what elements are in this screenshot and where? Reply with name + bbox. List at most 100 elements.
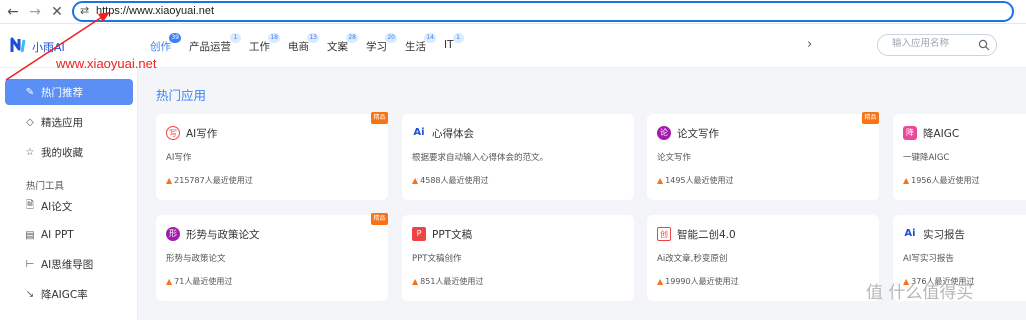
card-description: PPT文稿创作 — [412, 254, 462, 264]
fire-icon: ▲ — [657, 176, 664, 185]
sidebar-item-mindmap[interactable]: ⊢ AI思维导图 — [5, 251, 133, 277]
card-usage: ▲ 215787人最近使用过 — [166, 175, 253, 186]
usage-count: 4588人最近使用过 — [420, 176, 489, 185]
card-description: 一键降AIGC — [903, 153, 950, 163]
card-title: AI写作 — [186, 128, 218, 140]
sidebar-item-hot[interactable]: ✎ 热门推荐 — [5, 79, 133, 105]
ppt-icon: ▤ — [25, 229, 35, 241]
mindmap-icon: ⊢ — [25, 258, 35, 270]
card-description: AI写作 — [166, 153, 192, 163]
tab-label: 工作 — [249, 41, 270, 53]
tab-copywriting[interactable]: 文案 28 — [327, 33, 358, 57]
policy-icon: 形 — [166, 227, 180, 241]
card-description: 形势与政策论文 — [166, 254, 226, 264]
sidebar-item-label: AI思维导图 — [41, 258, 94, 271]
tab-it[interactable]: IT 1 — [444, 33, 464, 57]
close-icon[interactable]: ✕ — [48, 3, 66, 21]
usage-count: 215787人最近使用过 — [174, 176, 253, 185]
tab-product-ops[interactable]: 产品运营 1 — [189, 33, 241, 57]
tab-chuangzuo[interactable]: 创作 39 — [150, 33, 181, 57]
pen-icon: ✎ — [25, 86, 35, 98]
ai-icon: Ai — [413, 127, 425, 138]
sidebar-item-reduce-aigc[interactable]: ↘ 降AIGC率 — [5, 281, 133, 307]
browser-toolbar: ← → ✕ ⇄ https://www.xiaoyuai.net — [0, 0, 1026, 24]
fire-icon: ▲ — [903, 176, 910, 185]
sidebar-item-ai-paper[interactable]: 🗎 AI论文 — [5, 193, 133, 219]
card-usage: ▲ 1956人最近使用过 — [903, 175, 980, 186]
card-title: 论文写作 — [677, 128, 719, 140]
usage-count: 71人最近使用过 — [174, 277, 233, 286]
tab-label: 产品运营 — [189, 41, 231, 53]
tab-study[interactable]: 学习 20 — [366, 33, 397, 57]
count-badge: 1 — [452, 33, 464, 43]
tab-label: 创作 — [150, 41, 171, 53]
star-icon: ☆ — [25, 146, 35, 158]
card-title: 降AIGC — [923, 128, 960, 140]
app-card-policy-paper[interactable]: 精品 形 形势与政策论文 形势与政策论文 ▲ 71人最近使用过 — [156, 213, 388, 301]
tune-icon[interactable]: ⇄ — [80, 4, 89, 17]
trend-down-icon: ↘ — [25, 288, 35, 300]
search-input[interactable] — [892, 38, 972, 49]
premium-badge: 精品 — [371, 112, 388, 124]
sidebar-item-label: 精选应用 — [41, 116, 83, 129]
rewrite-icon: 创 — [657, 227, 671, 241]
search-icon[interactable] — [978, 39, 990, 51]
app-search — [877, 34, 997, 56]
sidebar-item-label: 我的收藏 — [41, 146, 83, 159]
reduce-aigc-icon: 降 — [903, 126, 917, 140]
card-usage: ▲ 19990人最近使用过 — [657, 276, 739, 287]
usage-count: 1495人最近使用过 — [665, 176, 734, 185]
sidebar-item-favorites[interactable]: ☆ 我的收藏 — [5, 139, 133, 165]
card-usage: ▲ 4588人最近使用过 — [412, 175, 489, 186]
tab-label: 学习 — [366, 41, 387, 53]
card-description: 根据要求自动输入心得体会的范文。 — [412, 153, 549, 163]
tab-label: IT — [444, 39, 454, 51]
category-nav: 创作 39 产品运营 1 工作 18 电商 13 文案 28 学习 20 生活 … — [150, 33, 472, 57]
diamond-icon: ◇ — [26, 116, 34, 128]
app-card-thesis[interactable]: 精品 论 论文写作 论文写作 ▲ 1495人最近使用过 — [647, 112, 879, 200]
arrow-left-icon[interactable]: ← — [4, 3, 22, 21]
card-title: 智能二创4.0 — [677, 229, 736, 241]
ai-icon: Ai — [904, 228, 916, 239]
address-bar[interactable]: ⇄ https://www.xiaoyuai.net — [72, 1, 1014, 22]
sidebar: ✎ 热门推荐 ◇ 精选应用 ☆ 我的收藏 热门工具 🗎 AI论文 ▤ AI PP… — [0, 68, 138, 320]
chevron-right-icon[interactable]: › — [807, 37, 812, 52]
card-usage: ▲ 71人最近使用过 — [166, 276, 232, 287]
watermark: 值 什么值得买 — [866, 283, 974, 303]
logo-icon[interactable] — [10, 36, 30, 54]
annotation-text: www.xiaoyuai.net — [56, 56, 157, 71]
app-card-rewrite[interactable]: 创 智能二创4.0 Ai改文章,秒变原创 ▲ 19990人最近使用过 — [647, 215, 879, 301]
tab-label: 电商 — [288, 41, 309, 53]
sidebar-item-label: 热门推荐 — [41, 86, 83, 99]
fire-icon: ▲ — [412, 176, 419, 185]
fire-icon: ▲ — [166, 277, 173, 286]
url-text[interactable]: https://www.xiaoyuai.net — [96, 5, 214, 17]
writing-icon: 写 — [166, 126, 180, 140]
card-title: 实习报告 — [923, 229, 965, 241]
sidebar-section-title: 热门工具 — [26, 181, 65, 192]
count-badge: 20 — [385, 33, 397, 43]
count-badge: 13 — [307, 33, 319, 43]
tab-ecommerce[interactable]: 电商 13 — [288, 33, 319, 57]
arrow-right-icon[interactable]: → — [26, 3, 44, 21]
logo-text[interactable]: 小雨AI — [32, 39, 65, 55]
count-badge: 14 — [424, 33, 436, 43]
app-card-ai-writing[interactable]: 精品 写 AI写作 AI写作 ▲ 215787人最近使用过 — [156, 112, 388, 200]
premium-badge: 精品 — [862, 112, 879, 124]
section-title: 热门应用 — [156, 88, 207, 103]
sidebar-item-label: 降AIGC率 — [41, 288, 88, 301]
app-card-reduce-aigc[interactable]: 降 降AIGC 一键降AIGC ▲ 1956人最近使用过 — [893, 114, 1026, 200]
sidebar-item-featured[interactable]: ◇ 精选应用 — [5, 109, 133, 135]
tab-label: 生活 — [405, 41, 426, 53]
app-card-ppt[interactable]: P PPT文稿 PPT文稿创作 ▲ 851人最近使用过 — [402, 215, 634, 301]
usage-count: 1956人最近使用过 — [911, 176, 980, 185]
card-usage: ▲ 1495人最近使用过 — [657, 175, 734, 186]
app-card-reflection[interactable]: Ai 心得体会 根据要求自动输入心得体会的范文。 ▲ 4588人最近使用过 — [402, 114, 634, 200]
fire-icon: ▲ — [657, 277, 664, 286]
card-title: 形势与政策论文 — [186, 229, 260, 241]
tab-work[interactable]: 工作 18 — [249, 33, 280, 57]
sidebar-item-ai-ppt[interactable]: ▤ AI PPT — [5, 222, 133, 248]
fire-icon: ▲ — [166, 176, 173, 185]
count-badge: 18 — [268, 33, 280, 43]
tab-life[interactable]: 生活 14 — [405, 33, 436, 57]
